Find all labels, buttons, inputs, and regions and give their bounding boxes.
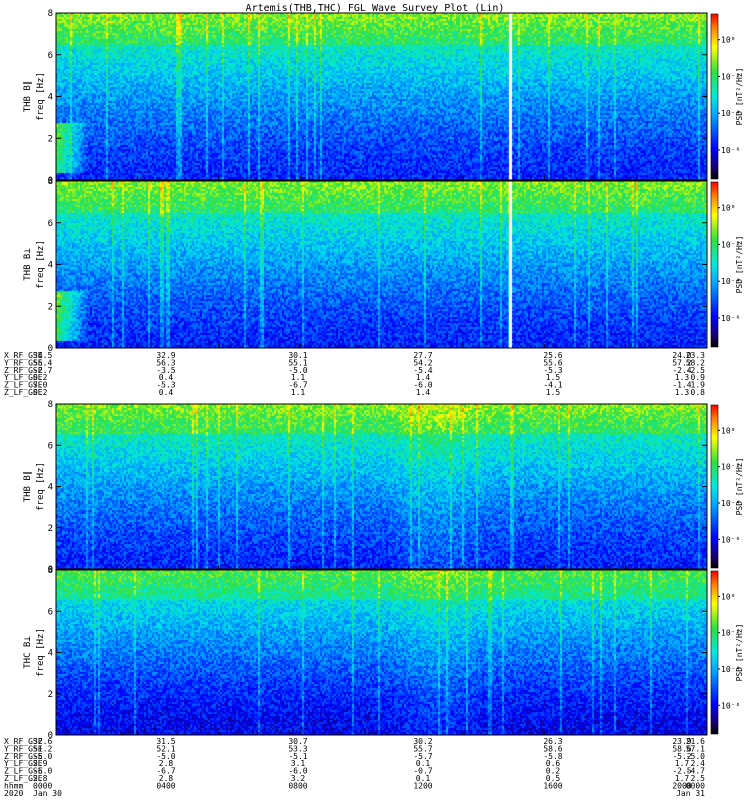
y-tick-label: 4 — [48, 93, 53, 103]
colorbar-3 — [710, 404, 719, 569]
spectrogram-2 — [56, 181, 707, 348]
y-tick-label: 6 — [48, 441, 53, 451]
colorbar-tick-label: 10⁰ — [721, 204, 735, 213]
y-tick-label: 2 — [48, 690, 53, 700]
spectrogram-4 — [56, 570, 707, 735]
wave-survey-figure: Artemis(THB,THC) FGL Wave Survey Plot (L… — [4, 3, 744, 798]
colorbar-label: PSD [nT²/Hz] — [735, 236, 744, 294]
y-tick-label: 4 — [48, 261, 53, 271]
panel-label: THB B⊥ — [23, 248, 33, 281]
ephemeris-bottom-value: 0800 — [288, 781, 307, 790]
y-tick-label: 8 — [48, 400, 53, 410]
colorbar-tick-label: 10⁰ — [721, 36, 735, 45]
spectrogram-3 — [56, 404, 707, 569]
freq-axis-label: freq [Hz] — [36, 240, 46, 289]
colorbar-tick-label: 10⁰ — [721, 592, 735, 601]
colorbar-4 — [710, 570, 719, 735]
ephemeris-top-value: 0.4 — [159, 388, 174, 397]
y-tick-label: 6 — [48, 51, 53, 61]
panel-label: THC B⊥ — [23, 636, 33, 669]
y-tick-label: 2 — [48, 302, 53, 312]
y-tick-label: 2 — [48, 524, 53, 534]
panel-label: THB B∥ — [23, 81, 33, 113]
freq-axis-label: freq [Hz] — [36, 72, 46, 121]
ephemeris-top-value: 1.1 — [291, 388, 306, 397]
spectrogram-1 — [56, 13, 707, 180]
ephemeris-top-value: 1.4 — [416, 388, 431, 397]
colorbar-tick-label: 10⁻⁶ — [721, 146, 740, 155]
ephemeris-bottom-value: Jan 31 — [676, 789, 705, 798]
y-tick-label: 8 — [48, 177, 53, 187]
y-tick-label: 6 — [48, 607, 53, 617]
ephemeris-bottom-row-label: 2020 — [4, 789, 23, 798]
ephemeris-top-value: 0.2 — [33, 388, 48, 397]
colorbar-label: PSD [nT²/Hz] — [735, 68, 744, 126]
y-tick-label: 8 — [48, 566, 53, 576]
colorbar-tick-label: 10⁻⁶ — [721, 314, 740, 323]
ephemeris-top-value: 1.5 — [546, 388, 561, 397]
colorbar-tick-label: 10⁻⁶ — [721, 535, 740, 544]
ephemeris-top-value: 1.3 — [675, 388, 690, 397]
ephemeris-bottom-value: Jan 30 — [33, 789, 62, 798]
ephemeris-bottom-value: 0400 — [156, 781, 175, 790]
colorbar-label: PSD [nT²/Hz] — [735, 624, 744, 682]
freq-axis-label: freq [Hz] — [36, 462, 46, 511]
panel-label: THB B∥ — [23, 471, 33, 503]
colorbar-label: PSD [nT²/Hz] — [735, 458, 744, 516]
y-tick-label: 2 — [48, 134, 53, 144]
colorbar-tick-label: 10⁻⁶ — [721, 701, 740, 710]
y-tick-label: 8 — [48, 9, 53, 19]
ephemeris-bottom-value: 1200 — [413, 781, 432, 790]
y-tick-label: 4 — [48, 483, 53, 493]
freq-axis-label: freq [Hz] — [36, 628, 46, 677]
colorbar-1 — [710, 13, 719, 180]
ephemeris-bottom-value: 1600 — [543, 781, 562, 790]
colorbar-2 — [710, 181, 719, 348]
y-tick-label: 6 — [48, 219, 53, 229]
colorbar-tick-label: 10⁰ — [721, 426, 735, 435]
y-tick-label: 4 — [48, 649, 53, 659]
ephemeris-top-value: 0.8 — [691, 388, 706, 397]
